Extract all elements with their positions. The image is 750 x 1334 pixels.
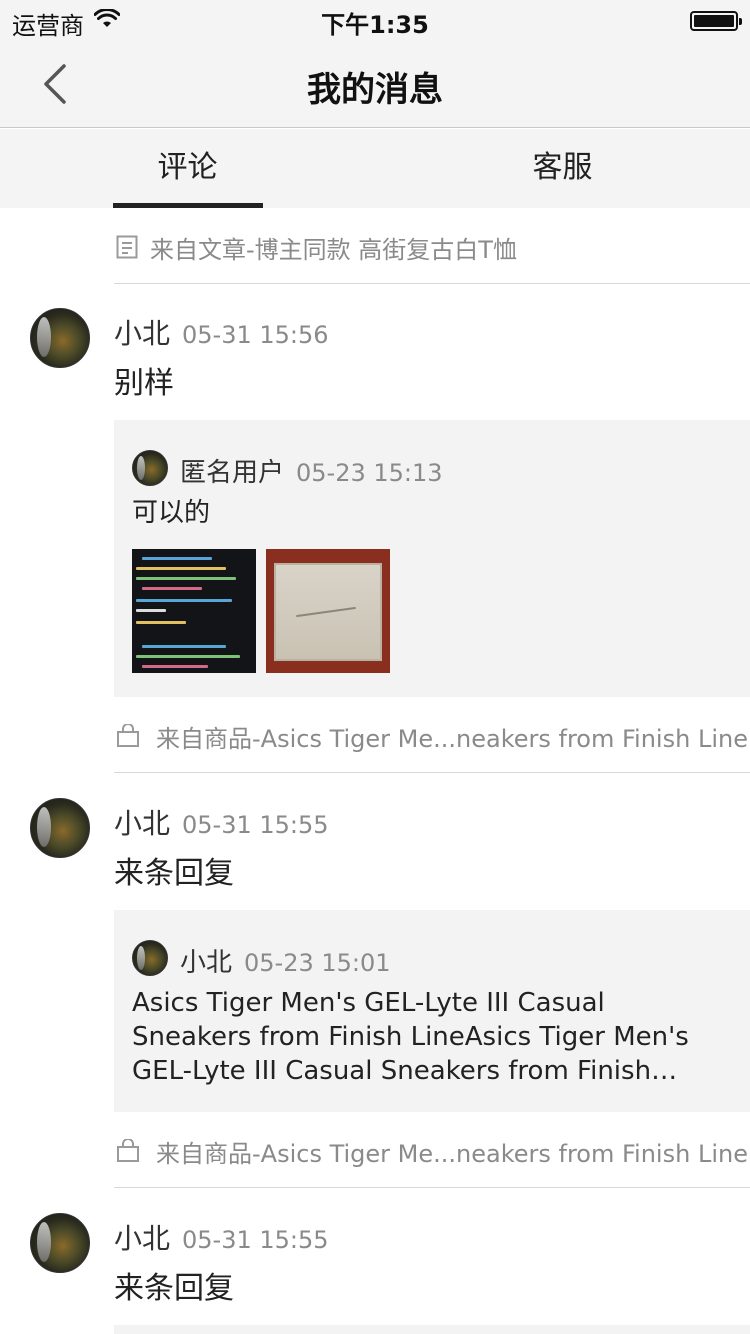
image-thumbnail[interactable]	[266, 549, 390, 673]
commenter-name: 小北	[114, 317, 171, 350]
battery-icon	[690, 11, 742, 31]
quoted-time: 05-23 15:01	[244, 949, 391, 977]
navigation-bar: 我的消息	[0, 40, 750, 128]
avatar[interactable]	[30, 308, 90, 368]
message-feed[interactable]: 来自文章-博主同款 高街复古白T恤 小北 05-31 15:56 别样 匿名用户 0…	[0, 208, 750, 1334]
status-bar: 运营商 下午1:35	[0, 0, 750, 40]
avatar[interactable]	[30, 1213, 90, 1273]
comment-header: 小北 05-31 15:55	[114, 802, 329, 842]
tab-comments[interactable]: 评论	[0, 129, 375, 208]
quoted-header: 匿名用户 05-23 15:13	[180, 452, 443, 489]
comment-header: 小北 05-31 15:55	[114, 1217, 329, 1257]
commenter-name: 小北	[114, 1222, 171, 1255]
quoted-text: 可以的	[132, 498, 211, 528]
product-source-link[interactable]: 来自商品-Asics Tiger Me...neakers from Finis…	[114, 1112, 750, 1188]
quoted-comment[interactable]	[114, 1325, 750, 1334]
tab-bar: 评论 客服	[0, 129, 750, 208]
quoted-time: 05-23 15:13	[296, 459, 443, 487]
quoted-name: 匿名用户	[180, 458, 285, 488]
quoted-comment[interactable]: 小北 05-23 15:01 Asics Tiger Men's GEL-Lyte…	[114, 910, 750, 1112]
image-thumbnail[interactable]	[132, 549, 256, 673]
source-text: 来自文章-博主同款 高街复古白T恤	[150, 236, 517, 264]
tab-customer-service[interactable]: 客服	[375, 129, 750, 208]
shopping-bag-icon	[116, 723, 140, 752]
comment-text: 来条回复	[114, 856, 234, 891]
commenter-name: 小北	[114, 807, 171, 840]
avatar	[132, 940, 168, 976]
page-title: 我的消息	[307, 70, 443, 110]
avatar	[132, 450, 168, 486]
product-source-link[interactable]: 来自商品-Asics Tiger Me...neakers from Finis…	[114, 697, 750, 773]
quoted-text: Asics Tiger Men's GEL-Lyte III Casual Sn…	[132, 988, 689, 1086]
shopping-bag-icon	[116, 1138, 140, 1167]
comment-time: 05-31 15:55	[182, 1226, 329, 1254]
clock: 下午1:35	[321, 11, 429, 39]
comment-text: 别样	[114, 366, 174, 401]
quoted-name: 小北	[180, 948, 233, 978]
article-icon	[116, 235, 138, 263]
avatar[interactable]	[30, 798, 90, 858]
comment-header: 小北 05-31 15:56	[114, 312, 329, 352]
comment-time: 05-31 15:55	[182, 811, 329, 839]
comment-text: 来条回复	[114, 1271, 234, 1306]
quoted-header: 小北 05-23 15:01	[180, 942, 391, 979]
comment-time: 05-31 15:56	[182, 321, 329, 349]
quoted-comment[interactable]: 匿名用户 05-23 15:13 可以的	[114, 420, 750, 697]
source-text: 来自商品-Asics Tiger Me...neakers from Finis…	[156, 1140, 748, 1168]
source-text: 来自商品-Asics Tiger Me...neakers from Finis…	[156, 725, 748, 753]
article-source-link[interactable]: 来自文章-博主同款 高街复古白T恤	[114, 208, 750, 284]
